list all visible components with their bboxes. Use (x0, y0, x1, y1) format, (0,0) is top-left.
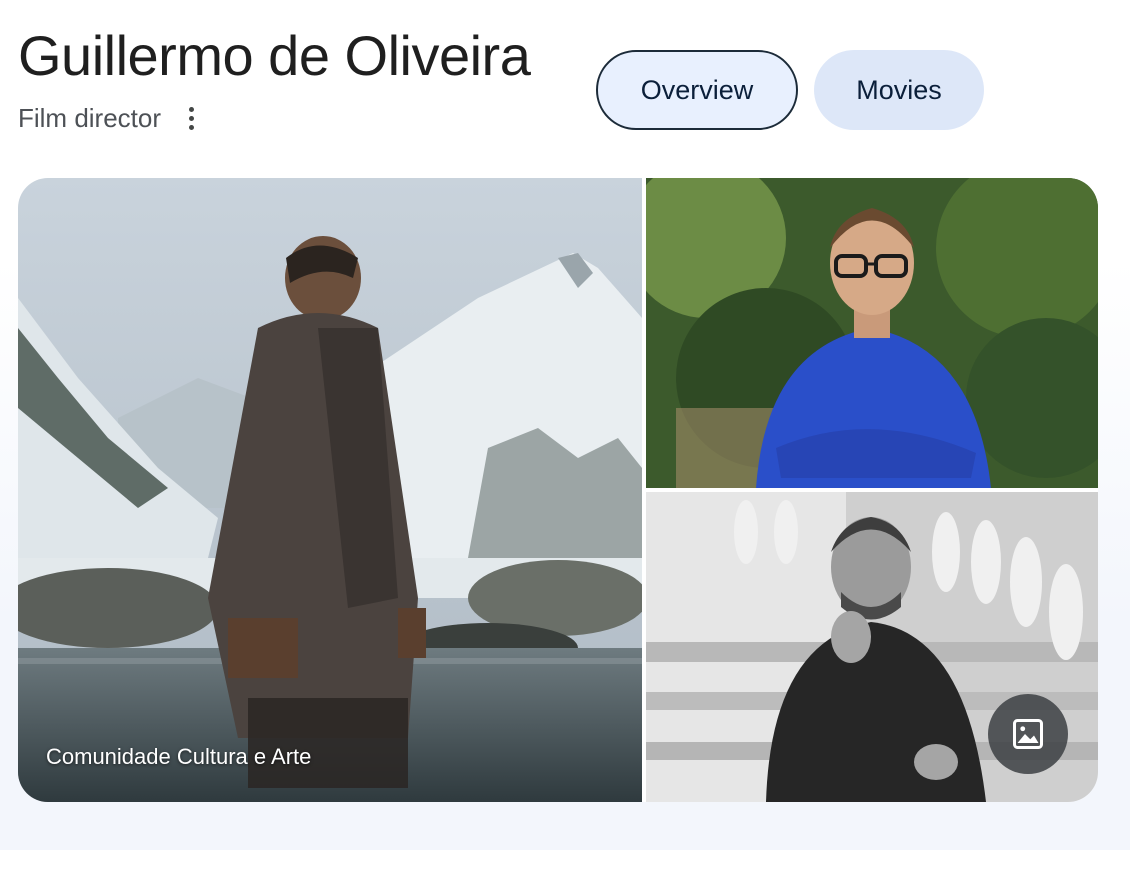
entity-title: Guillermo de Oliveira (18, 24, 531, 87)
portrait-image-top[interactable] (646, 178, 1098, 488)
more-images-button[interactable] (988, 694, 1068, 774)
main-image[interactable]: Comunidade Cultura e Arte (18, 178, 642, 802)
tab-overview[interactable]: Overview (596, 50, 798, 130)
tab-movies-label: Movies (856, 74, 942, 105)
tab-overview-label: Overview (640, 74, 754, 105)
tab-movies[interactable]: Movies (814, 50, 984, 130)
image-caption: Comunidade Cultura e Arte (46, 744, 312, 769)
image-icon (1013, 719, 1043, 749)
entity-subtitle: Film director (18, 102, 162, 133)
more-vert-icon[interactable] (177, 100, 205, 136)
subtitle-row: Film director (18, 100, 205, 136)
image-gallery: Comunidade Cultura e Arte (18, 178, 1098, 802)
